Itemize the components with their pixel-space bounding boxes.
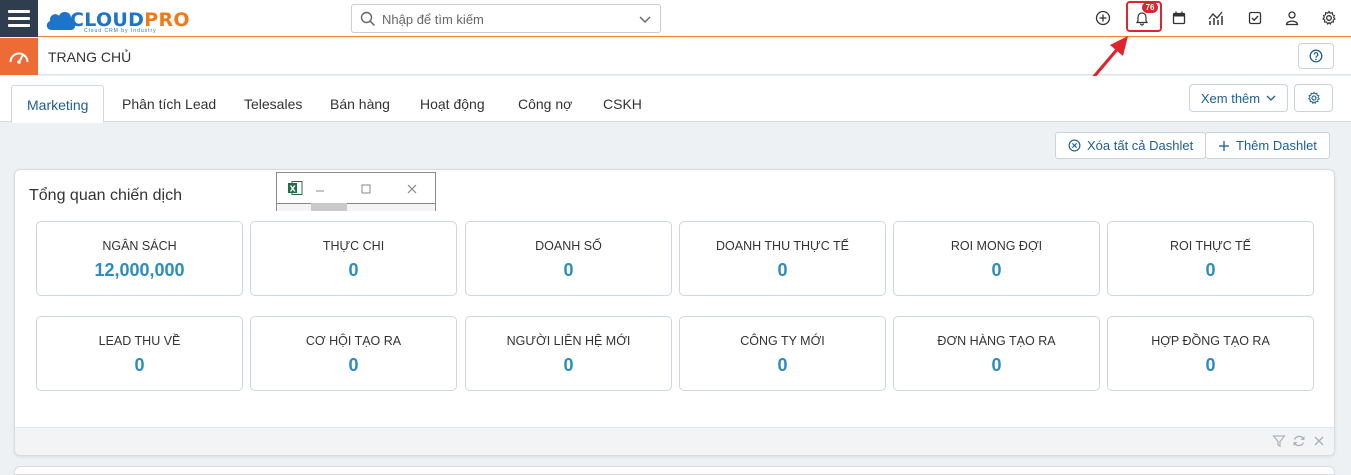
metric-label: DOANH THU THỰC TẾ xyxy=(716,239,849,253)
svg-text:X: X xyxy=(290,184,297,193)
logo[interactable]: CLOUDPRO Cloud CRM by Industry xyxy=(44,4,190,34)
metric-card[interactable]: NGÂN SÁCH 12,000,000 xyxy=(36,221,243,296)
metric-label: LEAD THU VỀ xyxy=(98,334,181,348)
metric-card[interactable]: CÔNG TY MỚI 0 xyxy=(679,316,886,391)
page-title: TRANG CHỦ xyxy=(48,49,132,65)
metric-card[interactable]: DOANH SỐ 0 xyxy=(465,221,672,296)
metric-card[interactable]: ĐƠN HÀNG TẠO RA 0 xyxy=(893,316,1100,391)
metric-label: THỰC CHI xyxy=(322,239,385,253)
metric-value: 0 xyxy=(134,355,145,375)
metric-card[interactable]: NGƯỜI LIÊN HỆ MỚI 0 xyxy=(465,316,672,391)
metric-card[interactable]: LEAD THU VỀ 0 xyxy=(36,316,243,391)
dashlet-footer xyxy=(15,427,1334,455)
checkbox-icon[interactable] xyxy=(1245,8,1265,28)
notification-badge: 76 xyxy=(1142,2,1158,13)
campaign-overview-dashlet: Tổng quan chiến dịch NGÂN SÁCH 12,000,000… xyxy=(14,169,1335,456)
logo-tagline: Cloud CRM by Industry xyxy=(84,28,157,34)
clear-dashlets-button[interactable]: Xóa tất cả Dashlet xyxy=(1055,132,1207,159)
metric-label: ĐƠN HÀNG TẠO RA xyxy=(937,334,1056,348)
metric-value: 0 xyxy=(563,355,574,375)
metric-card[interactable]: THỰC CHI 0 xyxy=(250,221,457,296)
metric-label: DOANH SỐ xyxy=(535,239,602,253)
search-box[interactable] xyxy=(351,4,661,33)
metric-value: 12,000,000 xyxy=(94,260,185,280)
maximize-icon[interactable] xyxy=(360,183,372,195)
metric-card[interactable]: ROI MONG ĐỢI 0 xyxy=(893,221,1100,296)
metric-label: CƠ HỘI TẠO RA xyxy=(305,334,402,348)
metric-card[interactable]: DOANH THU THỰC TẾ 0 xyxy=(679,221,886,296)
gear-icon xyxy=(1307,91,1320,105)
menu-icon[interactable] xyxy=(0,0,38,37)
tab-hoat-dong[interactable]: Hoạt động xyxy=(420,96,485,112)
metric-value: 0 xyxy=(348,355,359,375)
tab-settings-button[interactable] xyxy=(1294,84,1333,112)
next-dashlet xyxy=(14,466,1335,475)
help-icon xyxy=(1309,49,1323,63)
more-tabs-button[interactable]: Xem thêm xyxy=(1189,84,1288,112)
close-circle-icon xyxy=(1068,139,1081,152)
window-tab[interactable] xyxy=(311,203,347,211)
metric-value: 0 xyxy=(777,260,788,280)
minimize-icon[interactable] xyxy=(314,183,326,195)
close-icon[interactable] xyxy=(1312,434,1326,448)
clear-dashlets-label: Xóa tất cả Dashlet xyxy=(1087,138,1194,153)
search-icon xyxy=(360,11,376,27)
tab-marketing[interactable]: Marketing xyxy=(11,85,105,123)
metric-value: 0 xyxy=(1205,260,1216,280)
chevron-down-icon xyxy=(1266,95,1276,101)
metric-label: NGÂN SÁCH xyxy=(102,239,177,253)
filter-icon[interactable] xyxy=(1272,434,1286,448)
metric-card[interactable]: CƠ HỘI TẠO RA 0 xyxy=(250,316,457,391)
calendar-icon[interactable] xyxy=(1169,8,1189,28)
metric-label: HỢP ĐỒNG TẠO RA xyxy=(1151,334,1270,348)
metric-value: 0 xyxy=(348,260,359,280)
gear-icon[interactable] xyxy=(1319,8,1339,28)
close-icon[interactable] xyxy=(406,183,418,195)
metric-card[interactable]: ROI THỰC TẾ 0 xyxy=(1107,221,1314,296)
metric-value: 0 xyxy=(777,355,788,375)
plus-icon xyxy=(1219,140,1229,151)
window-tab-strip xyxy=(277,203,435,211)
metric-label: NGƯỜI LIÊN HỆ MỚI xyxy=(506,334,631,348)
metric-card[interactable]: HỢP ĐỒNG TẠO RA 0 xyxy=(1107,316,1314,391)
excel-icon: X xyxy=(288,181,303,195)
tab-cong-no[interactable]: Công nợ xyxy=(518,96,572,112)
metric-label: ROI MONG ĐỢI xyxy=(950,239,1043,253)
add-dashlet-label: Thêm Dashlet xyxy=(1236,138,1317,153)
metric-value: 0 xyxy=(991,355,1002,375)
plus-circle-icon[interactable] xyxy=(1093,8,1113,28)
help-button[interactable] xyxy=(1298,43,1334,69)
metric-value: 0 xyxy=(563,260,574,280)
chevron-down-icon[interactable] xyxy=(638,12,652,26)
tab-telesales[interactable]: Telesales xyxy=(244,96,302,112)
tab-phan-tich-lead[interactable]: Phân tích Lead xyxy=(122,96,216,112)
dashlet-title: Tổng quan chiến dịch xyxy=(29,187,182,204)
metric-label: CÔNG TY MỚI xyxy=(740,334,825,348)
user-icon[interactable] xyxy=(1282,8,1302,28)
metric-value: 0 xyxy=(991,260,1002,280)
metric-value: 0 xyxy=(1205,355,1216,375)
tab-cskh[interactable]: CSKH xyxy=(603,96,642,112)
tab-bar: Marketing Phân tích Lead Telesales Bán h… xyxy=(0,76,1351,123)
dashboard-icon xyxy=(0,38,38,75)
more-tabs-label: Xem thêm xyxy=(1200,90,1261,106)
excel-window[interactable]: X xyxy=(276,172,436,211)
chart-icon[interactable] xyxy=(1206,8,1226,28)
top-bar: CLOUDPRO Cloud CRM by Industry 76 xyxy=(0,0,1351,37)
page-header: TRANG CHỦ xyxy=(0,38,1351,75)
tab-ban-hang[interactable]: Bán hàng xyxy=(330,96,390,112)
add-dashlet-button[interactable]: Thêm Dashlet xyxy=(1205,132,1330,159)
refresh-icon[interactable] xyxy=(1292,434,1306,448)
metric-label: ROI THỰC TẾ xyxy=(1169,239,1252,253)
search-input[interactable] xyxy=(382,8,632,30)
